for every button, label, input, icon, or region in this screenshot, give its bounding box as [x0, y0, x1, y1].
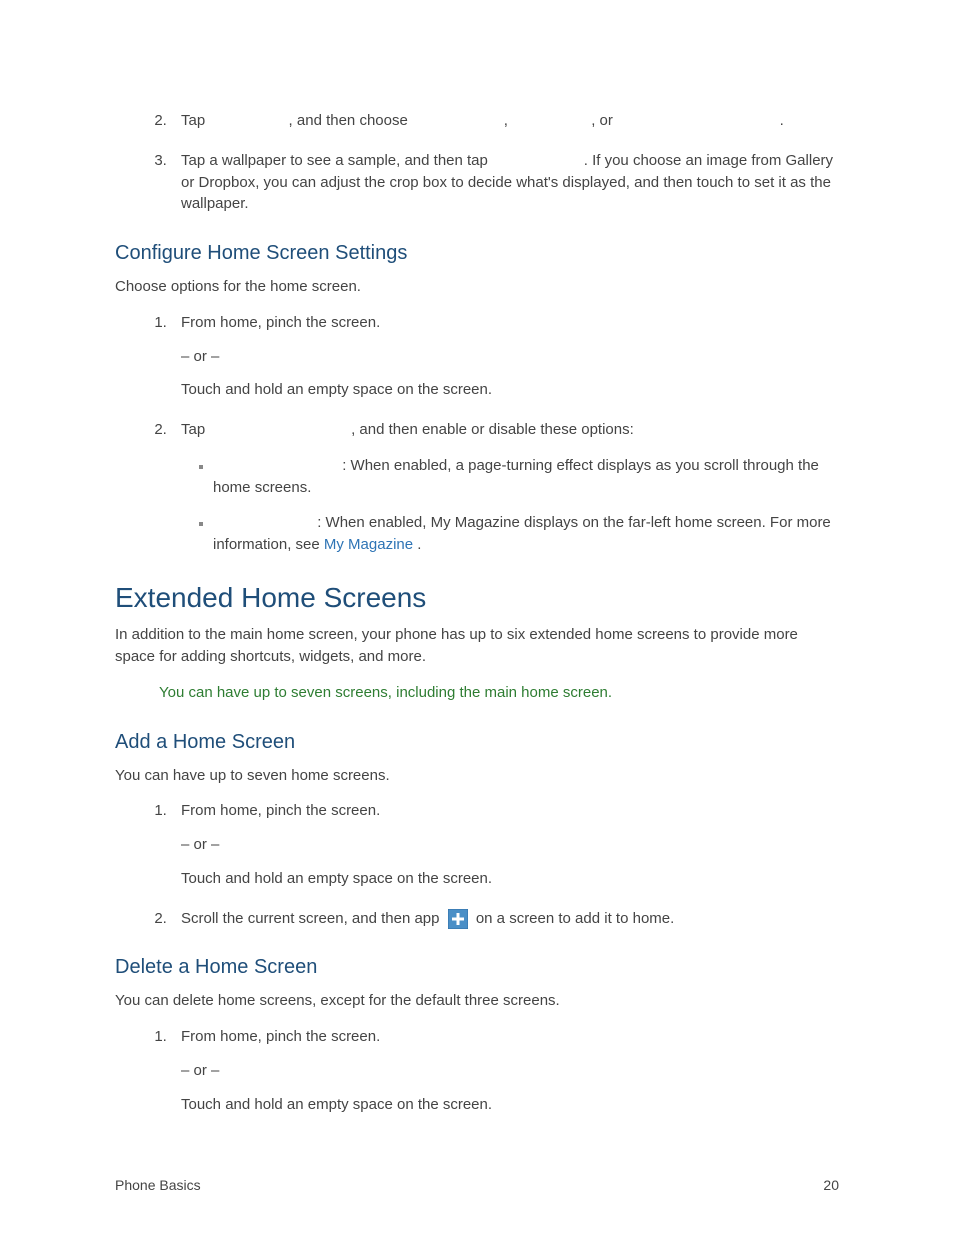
add-step-1: From home, pinch the screen. – or – Touc… — [171, 800, 839, 889]
add2-a: Scroll the current screen, and then app — [181, 910, 444, 927]
configure-intro: Choose options for the home screen. — [115, 276, 839, 298]
configure-steps: From home, pinch the screen. – or – Touc… — [115, 312, 839, 556]
del1-a: From home, pinch the screen. — [181, 1028, 380, 1045]
step-2: Tap , and then choose , , or . — [171, 110, 839, 132]
opt2-blank — [213, 514, 313, 531]
step2-blank1 — [209, 112, 284, 129]
add1-b: Touch and hold an empty space on the scr… — [181, 868, 839, 890]
page-footer: Phone Basics 20 — [115, 1175, 839, 1195]
note-text: You can have up to seven screens, includ… — [159, 684, 612, 701]
step3-a: Tap a wallpaper to see a sample, and the… — [181, 152, 492, 169]
step2-t4: , or — [591, 112, 617, 129]
plus-icon — [448, 909, 468, 929]
add-step-2: Scroll the current screen, and then app … — [171, 908, 839, 930]
del1-b: Touch and hold an empty space on the scr… — [181, 1094, 839, 1116]
step-3: Tap a wallpaper to see a sample, and the… — [171, 150, 839, 215]
cfg1-a: From home, pinch the screen. — [181, 314, 380, 331]
cfg1-or: – or – — [181, 346, 839, 368]
step2-t2: , and then choose — [289, 112, 412, 129]
cfg-step-1: From home, pinch the screen. – or – Touc… — [171, 312, 839, 401]
cfg1-b: Touch and hold an empty space on the scr… — [181, 379, 839, 401]
add2-b: on a screen to add it to home. — [476, 910, 674, 927]
step2-blank3 — [512, 112, 587, 129]
step3-blank — [492, 152, 580, 169]
step2-t1: Tap — [181, 112, 209, 129]
step2-blank2 — [412, 112, 500, 129]
cfg2-t2: , and then enable or disable these optio… — [351, 421, 634, 438]
add-intro: You can have up to seven home screens. — [115, 765, 839, 787]
cfg2-blank — [209, 421, 347, 438]
opt2-text2: . — [417, 536, 421, 553]
footer-page-number: 20 — [823, 1175, 839, 1195]
delete-steps: From home, pinch the screen. – or – Touc… — [115, 1026, 839, 1115]
step2-blank4 — [617, 112, 775, 129]
cfg-options-list: : When enabled, a page-turning effect di… — [181, 455, 839, 556]
add-steps: From home, pinch the screen. – or – Touc… — [115, 800, 839, 929]
delete-intro: You can delete home screens, except for … — [115, 990, 839, 1012]
extended-intro: In addition to the main home screen, you… — [115, 624, 839, 668]
delete-heading: Delete a Home Screen — [115, 953, 839, 982]
cfg-option-1: : When enabled, a page-turning effect di… — [213, 455, 839, 499]
extended-heading: Extended Home Screens — [115, 578, 839, 619]
cfg-step-2: Tap , and then enable or disable these o… — [171, 419, 839, 556]
configure-heading: Configure Home Screen Settings — [115, 239, 839, 268]
footer-section: Phone Basics — [115, 1175, 201, 1195]
cfg2-t1: Tap — [181, 421, 209, 438]
opt1-blank — [213, 457, 338, 474]
add-heading: Add a Home Screen — [115, 728, 839, 757]
cfg-option-2: : When enabled, My Magazine displays on … — [213, 512, 839, 556]
add1-or: – or – — [181, 834, 839, 856]
step2-t5: . — [780, 112, 784, 129]
my-magazine-link[interactable]: My Magazine — [324, 536, 413, 553]
note-block: You can have up to seven screens, includ… — [159, 682, 839, 704]
page: Tap , and then choose , , or . Ta — [0, 0, 954, 1235]
step2-t3: , — [504, 112, 512, 129]
add1-a: From home, pinch the screen. — [181, 802, 380, 819]
del1-or: – or – — [181, 1060, 839, 1082]
wallpaper-steps: Tap , and then choose , , or . Ta — [115, 110, 839, 215]
del-step-1: From home, pinch the screen. – or – Touc… — [171, 1026, 839, 1115]
